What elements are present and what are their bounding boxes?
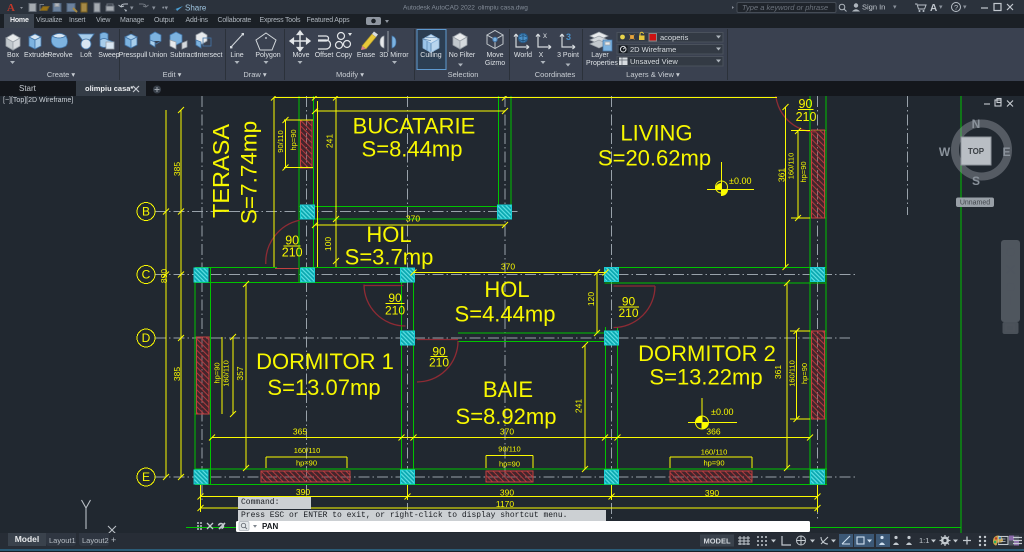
- svg-text:160/110: 160/110: [701, 448, 728, 457]
- svg-text:S=7.74mp: S=7.74mp: [237, 121, 262, 224]
- svg-text:357: 357: [235, 366, 245, 380]
- svg-text:E: E: [1002, 145, 1010, 159]
- svg-text:LIVING: LIVING: [620, 121, 692, 146]
- svg-text:S=8.92mp: S=8.92mp: [456, 404, 557, 429]
- svg-text:TOP: TOP: [968, 147, 985, 156]
- svg-text:385: 385: [172, 162, 182, 176]
- svg-text:HOL: HOL: [484, 277, 529, 302]
- svg-text:BAIE: BAIE: [483, 377, 533, 402]
- svg-text:210: 210: [796, 110, 817, 124]
- svg-text:120: 120: [586, 292, 596, 306]
- svg-text:S=13.07mp: S=13.07mp: [267, 375, 380, 400]
- svg-text:S=3.7mp: S=3.7mp: [345, 245, 434, 270]
- svg-text:C: C: [142, 268, 151, 282]
- svg-text:361: 361: [773, 365, 783, 379]
- svg-text:390: 390: [296, 487, 310, 497]
- svg-text:hp=90: hp=90: [703, 459, 724, 468]
- svg-text:hp=90: hp=90: [799, 161, 808, 182]
- svg-text:210: 210: [618, 306, 638, 320]
- svg-text:S: S: [972, 174, 980, 188]
- svg-text:Share: Share: [185, 4, 207, 13]
- svg-text:S=20.62mp: S=20.62mp: [598, 146, 711, 171]
- svg-text:160/110: 160/110: [788, 360, 797, 387]
- svg-text:90/110: 90/110: [498, 445, 520, 454]
- svg-text:±0.00: ±0.00: [711, 407, 733, 417]
- svg-text:▾: ▾: [130, 5, 134, 12]
- svg-text:BUCATARIE: BUCATARIE: [353, 114, 476, 139]
- svg-text:hp=90: hp=90: [213, 362, 222, 383]
- svg-text:B: B: [142, 205, 150, 219]
- svg-text:DORMITOR 1: DORMITOR 1: [256, 349, 394, 374]
- svg-text:x: x: [543, 31, 547, 40]
- svg-text:MODEL: MODEL: [703, 537, 731, 546]
- svg-text:PAN: PAN: [262, 522, 279, 531]
- svg-text:390: 390: [705, 488, 719, 498]
- svg-text:S=13.22mp: S=13.22mp: [649, 365, 762, 390]
- svg-text:▾: ▾: [893, 4, 897, 11]
- svg-text:D: D: [142, 331, 151, 345]
- svg-text:890: 890: [159, 269, 169, 283]
- svg-text:Sign In: Sign In: [862, 3, 885, 12]
- svg-text:hp=90: hp=90: [296, 459, 317, 468]
- svg-text:S=4.44mp: S=4.44mp: [455, 302, 556, 327]
- svg-text:A: A: [7, 2, 15, 14]
- svg-text:390: 390: [500, 488, 514, 498]
- svg-text:210: 210: [429, 356, 449, 370]
- svg-text:acoperis: acoperis: [660, 33, 689, 42]
- svg-text:Unnamed: Unnamed: [960, 200, 990, 207]
- svg-text:W: W: [939, 145, 951, 159]
- svg-text:HOL: HOL: [366, 222, 411, 247]
- svg-text:DORMITOR 2: DORMITOR 2: [638, 341, 776, 366]
- svg-text:Type a keyword or phrase: Type a keyword or phrase: [742, 3, 828, 12]
- svg-text:TERASA: TERASA: [208, 124, 234, 218]
- svg-text:370: 370: [406, 214, 420, 224]
- svg-text:1170: 1170: [496, 499, 515, 509]
- svg-text:2D Wireframe: 2D Wireframe: [630, 45, 676, 54]
- svg-text:N: N: [972, 117, 981, 131]
- svg-text:▾: ▾: [963, 4, 967, 11]
- svg-text:S=8.44mp: S=8.44mp: [362, 137, 463, 162]
- svg-text:160/110: 160/110: [787, 153, 796, 180]
- svg-text:100: 100: [323, 237, 333, 251]
- svg-text:hp=90: hp=90: [289, 129, 298, 150]
- svg-text:90/110: 90/110: [276, 130, 285, 152]
- svg-text:Unsaved View: Unsaved View: [630, 57, 678, 66]
- svg-text:385: 385: [172, 367, 182, 381]
- svg-text:241: 241: [574, 399, 584, 413]
- svg-text:3: 3: [566, 32, 571, 42]
- svg-text:160/110: 160/110: [222, 360, 231, 387]
- svg-text:361: 361: [777, 168, 787, 182]
- svg-text:365: 365: [293, 427, 307, 437]
- svg-text:210: 210: [385, 304, 405, 318]
- svg-text:±0.00: ±0.00: [729, 176, 751, 186]
- svg-text:▾: ▾: [939, 4, 943, 11]
- svg-text:Autodesk AutoCAD 2022: Autodesk AutoCAD 2022: [403, 5, 475, 12]
- svg-text:1:1: 1:1: [919, 536, 929, 545]
- svg-text:hp=90: hp=90: [800, 363, 809, 384]
- svg-text:210: 210: [282, 246, 303, 260]
- svg-text:E: E: [142, 470, 150, 484]
- svg-text:366: 366: [706, 426, 720, 436]
- svg-text:▾: ▾: [152, 5, 156, 12]
- svg-text:•▾: •▾: [162, 5, 168, 12]
- svg-text:olimpiu casa.dwg: olimpiu casa.dwg: [478, 5, 528, 12]
- svg-text:241: 241: [325, 134, 335, 148]
- svg-text:A: A: [930, 3, 937, 14]
- svg-text:370: 370: [500, 427, 514, 437]
- svg-text:160/110: 160/110: [294, 446, 321, 455]
- svg-text:?: ?: [954, 3, 958, 12]
- svg-text:370: 370: [501, 262, 515, 272]
- svg-text:hp=90: hp=90: [499, 460, 520, 469]
